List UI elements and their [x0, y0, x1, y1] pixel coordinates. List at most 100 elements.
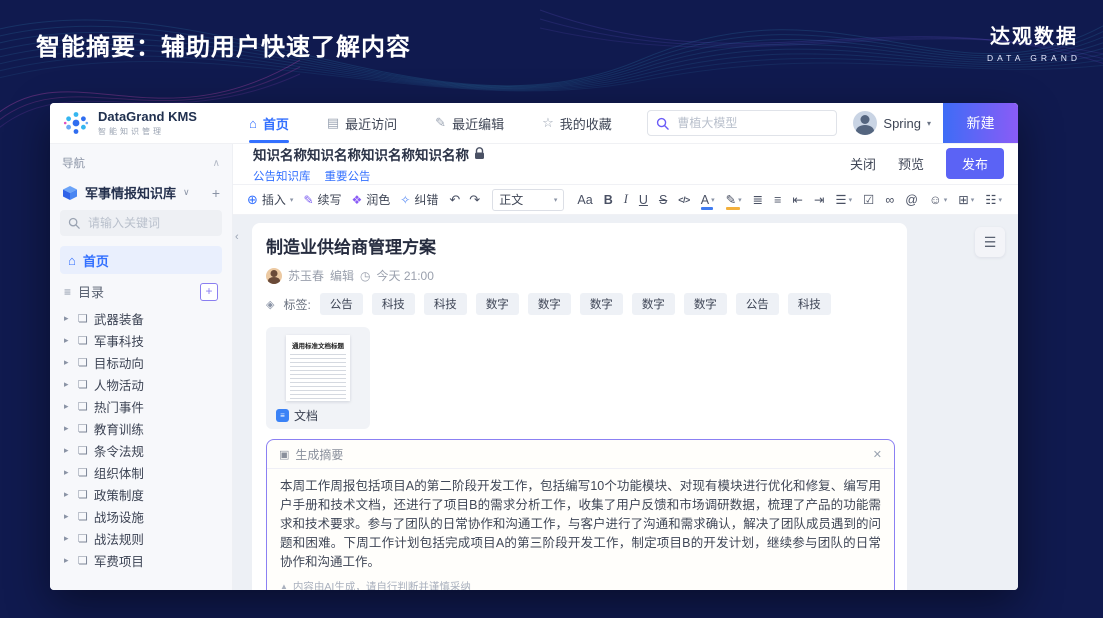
- tab-home[interactable]: ⌂ 首页: [249, 103, 289, 143]
- tab-recent-edits[interactable]: ✎ 最近编辑: [435, 103, 504, 143]
- tab-label: 我的收藏: [560, 114, 612, 133]
- new-button[interactable]: 新建: [943, 103, 1018, 143]
- expand-arrow-icon[interactable]: ▸: [64, 489, 72, 500]
- underline-icon[interactable]: U: [637, 190, 650, 210]
- paragraph-style-select[interactable]: 正文 ▾: [492, 189, 564, 211]
- tag-pill[interactable]: 数字: [632, 293, 675, 315]
- collapse-sidebar-handle[interactable]: ‹: [235, 231, 239, 243]
- document-title[interactable]: 制造业供给商管理方案: [266, 233, 893, 258]
- add-knowledge-base-icon[interactable]: +: [212, 185, 220, 201]
- chevron-down-icon: ▾: [290, 196, 294, 204]
- chevron-down-icon: ▾: [944, 196, 948, 204]
- tag-pill[interactable]: 数字: [580, 293, 623, 315]
- ai-polish-button[interactable]: ❖ 润色: [352, 191, 391, 208]
- publish-button[interactable]: 发布: [946, 148, 1004, 179]
- ai-continue-writing-button[interactable]: ✎ 续写: [303, 191, 341, 208]
- summary-body: 本周工作周报包括项目A的第二阶段开发工作，包括编写10个功能模块、对现有模块进行…: [267, 469, 894, 574]
- attachment-card[interactable]: 通用标准文档标题 ≡ 文档: [266, 327, 370, 429]
- link-icon[interactable]: ∞: [883, 190, 896, 210]
- app-header: DataGrand KMS 智能知识管理 ⌂ 首页 ▤ 最近访问 ✎ 最近编辑: [50, 103, 1018, 144]
- sidebar-tree-item[interactable]: ▸ ❏ 军费项目: [60, 549, 222, 571]
- tag-pill[interactable]: 科技: [788, 293, 831, 315]
- tag-pill[interactable]: 公告: [736, 293, 779, 315]
- close-button[interactable]: 关闭: [850, 154, 876, 173]
- sidebar-search-box[interactable]: [60, 210, 222, 236]
- sidebar-tree-item[interactable]: ▸ ❏ 条令法规: [60, 439, 222, 461]
- expand-arrow-icon[interactable]: ▸: [64, 555, 72, 566]
- task-list-icon[interactable]: ☑: [861, 190, 876, 210]
- highlight-color-icon[interactable]: ✎ ▾: [724, 190, 744, 210]
- sidebar-tree-item[interactable]: ▸ ❏ 军事科技: [60, 329, 222, 351]
- user-menu[interactable]: Spring ▾: [853, 111, 931, 135]
- author-row: 苏玉春 编辑 ◷ 今天 21:00: [266, 267, 893, 284]
- expand-arrow-icon[interactable]: ▸: [64, 467, 72, 478]
- expand-arrow-icon[interactable]: ▸: [64, 445, 72, 456]
- book-icon: ❏: [78, 510, 88, 523]
- app-logo[interactable]: DataGrand KMS 智能知识管理: [62, 109, 197, 137]
- tag-pill[interactable]: 数字: [476, 293, 519, 315]
- mention-icon[interactable]: @: [903, 190, 920, 210]
- tree-item-label: 人物活动: [94, 375, 144, 394]
- tag-pill[interactable]: 数字: [684, 293, 727, 315]
- ai-insert-button[interactable]: ⊕ 插入 ▾: [247, 191, 293, 208]
- italic-icon[interactable]: I: [622, 190, 630, 210]
- font-case-icon[interactable]: Aa: [575, 190, 594, 210]
- tab-recent-visits[interactable]: ▤ 最近访问: [327, 103, 397, 143]
- sidebar-tree-item[interactable]: ▸ ❏ 战场设施: [60, 505, 222, 527]
- knowledge-base-selector[interactable]: 军事情报知识库 ∨ +: [60, 179, 222, 210]
- expand-arrow-icon[interactable]: ▸: [64, 401, 72, 412]
- sidebar-tree-item[interactable]: ▸ ❏ 教育训练: [60, 417, 222, 439]
- tag-pill[interactable]: 数字: [528, 293, 571, 315]
- sidebar-item-directory[interactable]: ≡ 目录 +: [60, 274, 222, 307]
- sidebar-tree-item[interactable]: ▸ ❏ 组织体制: [60, 461, 222, 483]
- code-icon[interactable]: </>: [676, 190, 692, 210]
- paragraph-style-value: 正文: [499, 191, 554, 208]
- user-avatar: [853, 111, 877, 135]
- close-icon[interactable]: ✕: [873, 448, 882, 461]
- tree-item-label: 战法规则: [94, 529, 144, 548]
- tab-label: 最近编辑: [452, 114, 504, 133]
- strikethrough-icon[interactable]: S: [657, 190, 669, 210]
- knowledge-breadcrumb: 公告知识库重要公告: [253, 168, 485, 184]
- tag-pill[interactable]: 科技: [424, 293, 467, 315]
- expand-arrow-icon[interactable]: ▸: [64, 511, 72, 522]
- expand-arrow-icon[interactable]: ▸: [64, 357, 72, 368]
- sidebar-tree-item[interactable]: ▸ ❏ 目标动向: [60, 351, 222, 373]
- expand-arrow-icon[interactable]: ▸: [64, 335, 72, 346]
- collapse-nav-icon[interactable]: ∧: [213, 158, 220, 169]
- bullet-list-icon[interactable]: ≡: [772, 190, 783, 210]
- tag-pill[interactable]: 科技: [372, 293, 415, 315]
- knowledge-link[interactable]: 公告知识库: [253, 168, 311, 184]
- global-search-box[interactable]: [647, 110, 837, 136]
- sidebar-tree-item[interactable]: ▸ ❏ 战法规则: [60, 527, 222, 549]
- sidebar-item-home[interactable]: ⌂ 首页: [60, 246, 222, 274]
- indent-icon[interactable]: ⇥: [812, 190, 826, 210]
- table-icon[interactable]: ⊞ ▾: [956, 190, 976, 210]
- add-directory-button[interactable]: +: [200, 283, 218, 301]
- align-icon[interactable]: ☰ ▾: [833, 190, 854, 210]
- undo-icon[interactable]: ↶: [448, 192, 461, 208]
- sidebar-search-input[interactable]: [86, 215, 214, 231]
- sidebar-tree-item[interactable]: ▸ ❏ 人物活动: [60, 373, 222, 395]
- sidebar-tree-item[interactable]: ▸ ❏ 热门事件: [60, 395, 222, 417]
- redo-icon[interactable]: ↷: [468, 192, 481, 208]
- expand-arrow-icon[interactable]: ▸: [64, 533, 72, 544]
- ordered-list-icon[interactable]: ≣: [751, 190, 765, 210]
- emoji-icon[interactable]: ☺ ▾: [927, 190, 949, 210]
- outline-toggle-button[interactable]: ☰: [975, 227, 1005, 257]
- sidebar-tree-item[interactable]: ▸ ❏ 武器装备: [60, 307, 222, 329]
- sidebar-tree-item[interactable]: ▸ ❏ 政策制度: [60, 483, 222, 505]
- ai-proofread-button[interactable]: ✧ 纠错: [400, 191, 438, 208]
- bold-icon[interactable]: B: [602, 190, 615, 210]
- expand-arrow-icon[interactable]: ▸: [64, 379, 72, 390]
- global-search-input[interactable]: [675, 115, 828, 131]
- preview-button[interactable]: 预览: [898, 154, 924, 173]
- knowledge-link[interactable]: 重要公告: [325, 168, 371, 184]
- tab-favorites[interactable]: ☆ 我的收藏: [542, 103, 612, 143]
- more-tools-icon[interactable]: ☷ ▾: [983, 190, 1004, 210]
- expand-arrow-icon[interactable]: ▸: [64, 423, 72, 434]
- font-color-icon[interactable]: A ▾: [699, 190, 717, 210]
- expand-arrow-icon[interactable]: ▸: [64, 313, 72, 324]
- tag-pill[interactable]: 公告: [320, 293, 363, 315]
- outdent-icon[interactable]: ⇤: [790, 190, 804, 210]
